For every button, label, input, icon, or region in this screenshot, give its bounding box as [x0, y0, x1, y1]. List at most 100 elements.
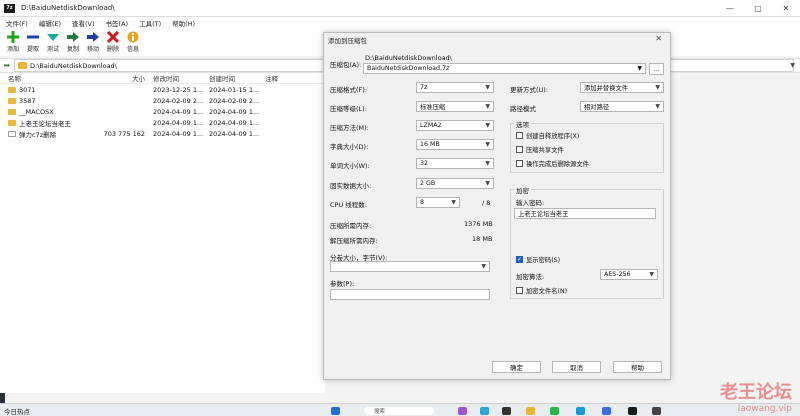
info-button[interactable]: 信息 [124, 29, 142, 53]
minimize-button[interactable]: — [716, 0, 744, 17]
browse-button[interactable]: ... [649, 63, 664, 75]
file-created: 2024-02-09 2... [209, 96, 260, 105]
password-input[interactable]: 上老王论坛当老王 [514, 208, 656, 219]
help-button[interactable]: 帮助 [613, 361, 662, 373]
solid-select[interactable]: 2 GB ▼ [416, 178, 494, 189]
col-created[interactable]: 创建时间 [205, 73, 261, 83]
app-icon[interactable] [502, 407, 511, 415]
info-label: 信息 [126, 46, 139, 53]
word-select[interactable]: 32 ▼ [416, 158, 494, 169]
menu-file[interactable]: 文件(F) [6, 18, 28, 28]
delete-button[interactable]: 删除 [104, 29, 122, 53]
table-row[interactable]: 3587 2024-02-09 2... 2024-02-09 2... [0, 95, 325, 106]
maximize-button[interactable]: ▢ [744, 0, 772, 17]
level-select[interactable]: 标准压缩 ▼ [416, 101, 494, 112]
plus-icon [7, 29, 19, 44]
cancel-button[interactable]: 取消 [552, 361, 601, 373]
file-created: 2024-04-09 1... [209, 118, 260, 127]
menu-help[interactable]: 帮助(H) [172, 18, 195, 28]
app-icon[interactable] [576, 407, 585, 415]
file-size: 703 775 162 [103, 129, 145, 138]
table-row[interactable]: 上老王论坛当老王 2024-04-09 1... 2024-04-09 1... [0, 117, 325, 128]
encrypt-names-label: 加密文件名(N) [526, 288, 568, 295]
menu-tools[interactable]: 工具(T) [139, 18, 161, 28]
file-modified: 2024-04-09 1... [153, 129, 204, 138]
row-name: 弹力c7z删除 [0, 129, 103, 139]
archive-label: 压缩包(A): [330, 61, 362, 69]
chevron-down-icon: ▼ [649, 271, 654, 278]
watermark-text: 老王论坛 [720, 382, 792, 403]
word-label: 单词大小(W): [330, 162, 370, 170]
col-size[interactable]: 大小 [103, 73, 149, 83]
window-controls: — ▢ ✕ [716, 0, 800, 17]
col-name[interactable]: 名称 [0, 73, 103, 83]
format-select[interactable]: 7z ▼ [416, 82, 494, 93]
add-button[interactable]: 添加 [4, 29, 22, 53]
close-button[interactable]: ✕ [772, 0, 800, 17]
edge-icon[interactable] [480, 407, 489, 415]
pathmode-select[interactable]: 相对路径 ▼ [580, 101, 664, 112]
chevron-down-icon[interactable]: ▼ [790, 62, 795, 69]
file-list: 名称 大小 修改时间 创建时间 注释 3071 2023-12-25 1... … [0, 73, 325, 393]
dict-select[interactable]: 16 MB ▼ [416, 139, 494, 150]
table-row[interactable]: 弹力c7z删除 703 775 162 2024-04-09 1... 2024… [0, 128, 325, 139]
app-icon: 7z [4, 3, 15, 13]
up-folder-icon[interactable]: ➥ [0, 61, 14, 70]
archive-name-input[interactable]: BaiduNetdiskDownload.7z ▼ [363, 63, 646, 74]
file-created: 2024-04-09 1... [209, 107, 260, 116]
method-value: LZMA2 [420, 122, 442, 129]
params-input[interactable] [330, 289, 490, 300]
file-modified: 2024-04-09 1... [153, 118, 204, 127]
format-value: 7z [420, 84, 428, 91]
taskbar: 今日热点 搜索 [0, 403, 800, 416]
sfx-label: 创建自释放程序(X) [526, 133, 580, 140]
weather-widget[interactable]: 今日热点 [4, 406, 30, 416]
move-button[interactable]: 移动 [84, 29, 102, 53]
delete-source-checkbox[interactable]: 操作完成后删除源文件 [516, 159, 589, 168]
table-row[interactable]: __MACOSX 2024-04-09 1... 2024-04-09 1... [0, 106, 325, 117]
copy-button[interactable]: 复制 [64, 29, 82, 53]
menu-edit[interactable]: 编辑(E) [39, 18, 61, 28]
encrypt-names-checkbox[interactable]: 加密文件名(N) [516, 286, 567, 295]
test-button[interactable]: 测试 [44, 29, 62, 53]
taskbar-search[interactable]: 搜索 [364, 407, 434, 415]
word-value: 32 [420, 160, 429, 167]
ok-button[interactable]: 确定 [492, 361, 541, 373]
update-label: 更新方式(U): [510, 86, 549, 94]
extract-button[interactable]: 提取 [24, 29, 42, 53]
delete-source-label: 操作完成后删除源文件 [526, 161, 589, 168]
7zip-icon[interactable] [628, 407, 637, 415]
enc-method-value: AES-256 [604, 271, 631, 278]
folder-icon [8, 86, 16, 93]
window-title: D:\BaiduNetdiskDownload\ [21, 4, 115, 12]
explorer-icon[interactable] [526, 407, 535, 415]
checkbox-box [516, 160, 523, 167]
password-label: 输入密码: [516, 199, 545, 207]
col-modified[interactable]: 修改时间 [149, 73, 205, 83]
app-icon[interactable] [602, 407, 611, 415]
close-icon[interactable]: ✕ [655, 34, 662, 43]
show-password-checkbox[interactable]: ✓ 显示密码(S) [516, 255, 560, 264]
enc-method-select[interactable]: AES-256 ▼ [600, 269, 658, 280]
menu-view[interactable]: 查看(V) [72, 18, 95, 28]
shared-checkbox[interactable]: 压缩共享文件 [516, 145, 564, 154]
start-icon[interactable] [331, 407, 340, 415]
split-select[interactable]: ▼ [330, 261, 490, 272]
chevron-down-icon: ▼ [485, 180, 490, 187]
chrome-icon[interactable] [550, 407, 559, 415]
sfx-checkbox[interactable]: 创建自释放程序(X) [516, 131, 579, 140]
col-note[interactable]: 注释 [261, 73, 321, 83]
method-select[interactable]: LZMA2 ▼ [416, 120, 494, 131]
app-icon[interactable] [652, 407, 661, 415]
checkbox-box [516, 287, 523, 294]
chevron-down-icon: ▼ [481, 263, 486, 270]
threads-select[interactable]: 8 ▼ [416, 197, 460, 208]
menu-bookmarks[interactable]: 书签(A) [106, 18, 129, 28]
app-icon[interactable] [458, 407, 467, 415]
mem-comp-value: 1376 MB [464, 220, 493, 228]
dict-value: 16 MB [420, 141, 440, 148]
file-modified: 2024-04-09 1... [153, 107, 204, 116]
chevron-down-icon: ▼ [451, 199, 456, 206]
update-select[interactable]: 添加并替换文件 ▼ [580, 82, 664, 93]
table-row[interactable]: 3071 2023-12-25 1... 2024-01-15 1... [0, 84, 325, 95]
